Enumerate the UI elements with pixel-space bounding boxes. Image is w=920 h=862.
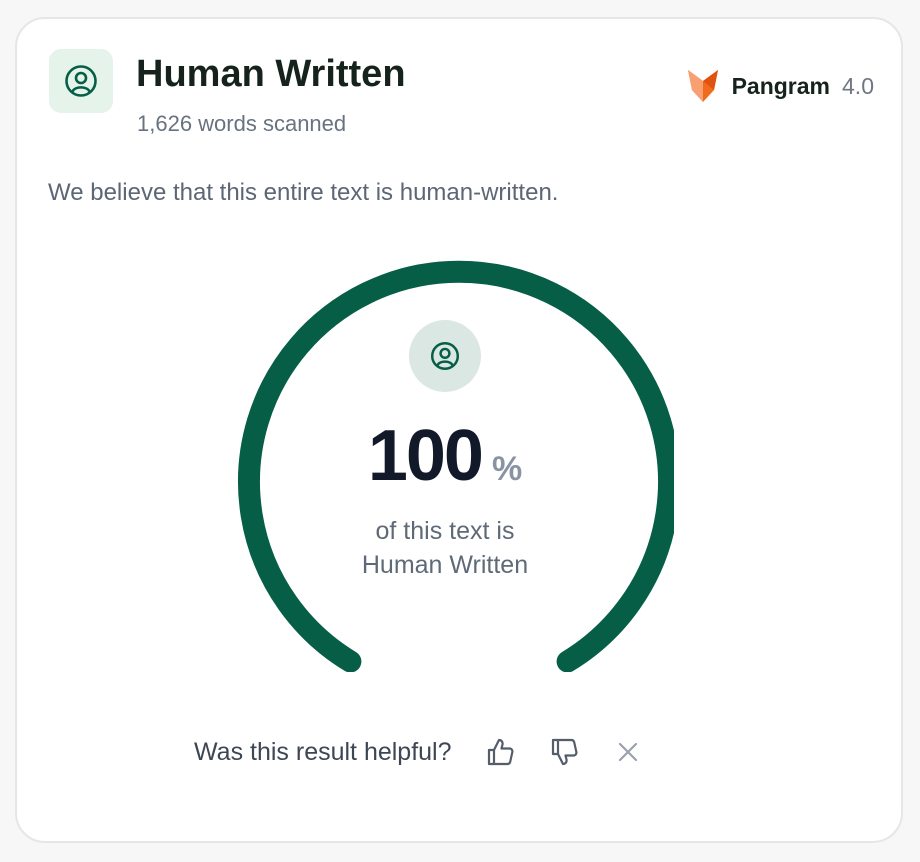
fox-logo-icon xyxy=(687,70,718,102)
result-summary: We believe that this entire text is huma… xyxy=(48,179,559,206)
thumbs-down-button[interactable] xyxy=(544,732,584,772)
gauge-person-badge xyxy=(409,320,481,392)
word-count: 1,626 words scanned xyxy=(137,111,347,136)
brand-name: Pangram xyxy=(731,72,831,99)
model-version: 4.0 xyxy=(842,72,874,99)
thumbs-up-icon xyxy=(487,738,514,766)
feedback-question: Was this result helpful? xyxy=(194,737,452,766)
thumbs-down-icon xyxy=(551,738,578,766)
caption-line-2: Human Written xyxy=(361,551,529,579)
person-circle-icon xyxy=(430,341,460,371)
close-icon xyxy=(618,742,637,762)
gauge-caption: of this text is Human Written xyxy=(245,514,645,582)
percent-display: 100% xyxy=(245,418,645,494)
person-circle-icon xyxy=(65,65,97,97)
percent-sign: % xyxy=(491,450,523,488)
caption-line-1: of this text is xyxy=(375,517,515,545)
dismiss-button[interactable] xyxy=(608,732,648,772)
result-title: Human Written xyxy=(136,53,406,95)
feedback-bar: Was this result helpful? xyxy=(194,730,648,774)
brand: Pangram 4.0 xyxy=(686,68,874,104)
thumbs-up-button[interactable] xyxy=(480,732,520,772)
percent-value: 100 xyxy=(367,416,484,496)
result-type-badge xyxy=(49,49,113,113)
